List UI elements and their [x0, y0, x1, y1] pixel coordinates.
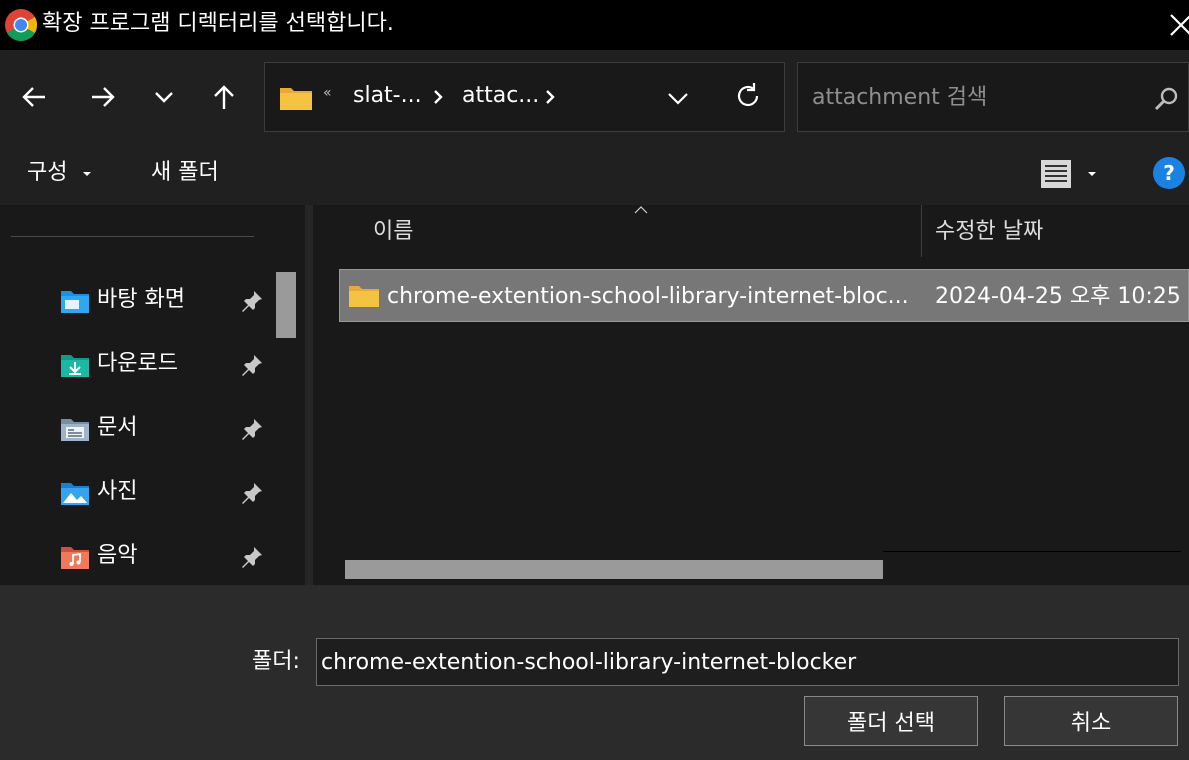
dialog-footer: 폴더: 폴더 선택 취소	[0, 585, 1189, 760]
column-header-date-modified[interactable]: 수정한 날짜	[935, 217, 1043, 247]
row-date-modified: 2024-04-25 오후 10:25	[935, 284, 1181, 309]
breadcrumb-segment-1[interactable]: slat-...	[353, 81, 422, 111]
table-row[interactable]: chrome-extention-school-library-internet…	[339, 269, 1189, 322]
pin-icon[interactable]	[240, 545, 264, 569]
arrow-left-icon	[22, 87, 45, 107]
command-bar: 구성 새 폴더 ?	[0, 142, 1189, 205]
desktop-folder-icon	[61, 291, 89, 313]
pictures-folder-icon	[61, 483, 89, 505]
chevron-right-icon[interactable]	[429, 86, 447, 108]
window-title: 확장 프로그램 디렉터리를 선택합니다.	[42, 11, 394, 36]
chevron-down-icon	[155, 92, 173, 103]
navigation-bar: « slat-... attac... attachment 검색	[0, 50, 1189, 142]
cancel-button[interactable]: 취소	[1004, 696, 1178, 746]
view-list-icon[interactable]	[1040, 158, 1072, 190]
navigation-pane-scrollbar-thumb[interactable]	[276, 272, 296, 338]
sidebar-item-desktop[interactable]: 바탕 화면	[0, 276, 270, 326]
breadcrumb-segment-2[interactable]: attac...	[462, 81, 539, 111]
arrow-up-icon	[214, 85, 234, 109]
horizontal-scrollbar-thumb[interactable]	[345, 560, 883, 579]
title-bar: 확장 프로그램 디렉터리를 선택합니다.	[0, 0, 1189, 50]
column-header-name[interactable]: 이름	[373, 217, 413, 247]
address-overflow[interactable]: «	[323, 85, 332, 101]
new-folder-button[interactable]: 새 폴더	[151, 158, 219, 188]
back-button[interactable]	[17, 80, 51, 114]
file-list[interactable]: 이름 수정한 날짜 chrome-extention-school-librar…	[313, 205, 1189, 585]
pane-splitter[interactable]	[305, 205, 313, 585]
search-box[interactable]: attachment 검색	[797, 62, 1189, 132]
select-folder-button[interactable]: 폴더 선택	[804, 696, 978, 746]
address-history-dropdown-icon[interactable]	[665, 85, 691, 111]
folder-field-label: 폴더:	[252, 649, 300, 674]
sidebar-item-downloads[interactable]: 다운로드	[0, 340, 270, 390]
up-button[interactable]	[207, 80, 241, 114]
sidebar-item-label: 바탕 화면	[97, 287, 185, 312]
documents-folder-icon	[61, 419, 89, 441]
sidebar-item-pictures[interactable]: 사진	[0, 468, 270, 518]
search-icon[interactable]	[1152, 85, 1180, 113]
folder-icon	[349, 286, 379, 307]
pin-icon[interactable]	[240, 481, 264, 505]
chevron-right-icon[interactable]	[541, 86, 559, 108]
refresh-icon[interactable]	[733, 81, 763, 111]
recent-locations-button[interactable]	[147, 80, 181, 114]
arrow-right-icon	[92, 87, 115, 107]
sidebar-item-label: 사진	[97, 479, 138, 504]
sidebar-item-documents[interactable]: 문서	[0, 404, 270, 454]
music-folder-icon	[61, 547, 89, 569]
navigation-pane[interactable]: 바탕 화면 다운로드 문서 사진 음악	[0, 205, 305, 585]
caret-down-icon[interactable]	[82, 170, 92, 178]
address-bar[interactable]: « slat-... attac...	[264, 62, 785, 132]
close-icon[interactable]	[1168, 12, 1189, 38]
search-placeholder[interactable]: attachment 검색	[812, 83, 987, 113]
downloads-folder-icon	[61, 355, 89, 377]
chrome-logo-icon	[5, 9, 38, 42]
folder-icon	[280, 88, 312, 110]
sidebar-item-label: 음악	[97, 543, 138, 568]
sidebar-item-label: 다운로드	[97, 351, 178, 376]
forward-button[interactable]	[86, 80, 120, 114]
row-name: chrome-extention-school-library-internet…	[387, 284, 909, 309]
help-icon[interactable]: ?	[1153, 157, 1185, 189]
quick-access-divider	[11, 236, 254, 237]
sidebar-item-music[interactable]: 음악	[0, 532, 270, 582]
scrollbar-track-edge	[883, 551, 1181, 552]
folder-input[interactable]	[316, 638, 1179, 686]
sort-ascending-icon	[634, 206, 648, 214]
pin-icon[interactable]	[240, 417, 264, 441]
pin-icon[interactable]	[240, 353, 264, 377]
column-separator[interactable]	[921, 205, 922, 257]
pin-icon[interactable]	[240, 289, 264, 313]
sidebar-item-label: 문서	[97, 415, 138, 440]
organize-button[interactable]: 구성	[27, 158, 67, 188]
view-options-caret-icon[interactable]	[1087, 170, 1097, 178]
